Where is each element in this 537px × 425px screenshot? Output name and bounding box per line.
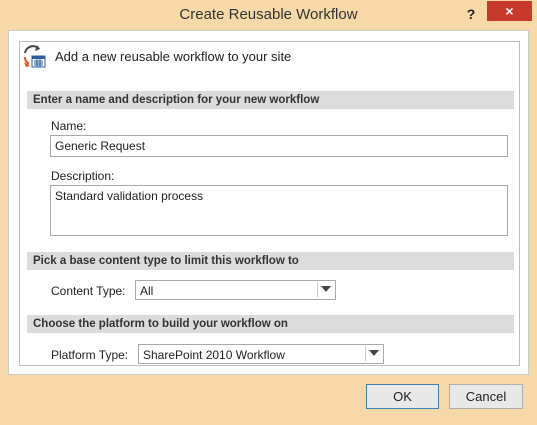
dialog-body: Add a new reusable workflow to your site… — [8, 30, 529, 375]
dialog-title: Create Reusable Workflow — [179, 6, 358, 23]
section-content-type: Pick a base content type to limit this w… — [27, 252, 514, 270]
content-type-label: Content Type: — [51, 284, 126, 298]
section-platform: Choose the platform to build your workfl… — [27, 315, 514, 333]
description-label: Description: — [51, 169, 115, 183]
name-label: Name: — [51, 119, 87, 133]
cancel-button[interactable]: Cancel — [449, 384, 523, 409]
ok-button[interactable]: OK — [366, 384, 439, 409]
name-field[interactable]: Generic Request — [50, 135, 508, 157]
section-name-description: Enter a name and description for your ne… — [27, 91, 514, 109]
content-type-value: All — [140, 284, 154, 298]
close-icon: × — [505, 3, 514, 19]
content-type-select[interactable]: All — [135, 280, 336, 300]
chevron-down-icon[interactable] — [317, 282, 334, 297]
chevron-down-icon[interactable] — [365, 346, 382, 361]
platform-type-value: SharePoint 2010 Workflow — [143, 348, 285, 362]
dialog-window: Create Reusable Workflow ? × Add a new r… — [0, 0, 537, 425]
title-bar: Create Reusable Workflow ? × — [0, 0, 537, 34]
close-button[interactable]: × — [487, 1, 532, 21]
platform-type-label: Platform Type: — [51, 348, 129, 362]
platform-type-select[interactable]: SharePoint 2010 Workflow — [138, 344, 384, 364]
help-button[interactable]: ? — [463, 4, 479, 24]
header-text: Add a new reusable workflow to your site — [55, 49, 292, 64]
description-field[interactable]: Standard validation process — [50, 185, 508, 236]
workflow-icon — [23, 45, 46, 68]
